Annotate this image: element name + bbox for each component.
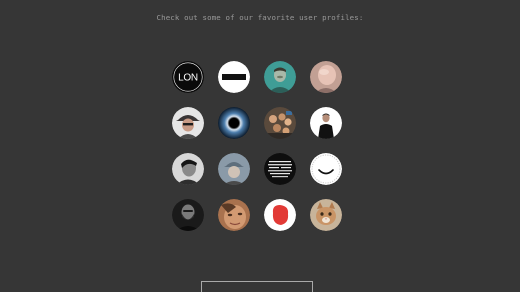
red-blob-avatar-icon	[264, 199, 296, 231]
hat-portrait-avatar-icon	[172, 107, 204, 139]
profile-avatar-4[interactable]	[310, 61, 342, 93]
load-more-button[interactable]	[201, 281, 313, 292]
svg-text:LON: LON	[178, 73, 198, 84]
profile-avatar-14[interactable]	[218, 199, 250, 231]
eclipse-avatar-icon	[218, 107, 250, 139]
text-collage-avatar-icon	[264, 153, 296, 185]
section-heading: Check out some of our favorite user prof…	[156, 13, 364, 22]
minus-bar-avatar-icon	[218, 61, 250, 93]
profile-avatar-1[interactable]: LON	[172, 61, 204, 93]
smile-avatar-icon	[310, 153, 342, 185]
profile-avatar-9[interactable]	[172, 153, 204, 185]
close-up-portrait-avatar-icon	[218, 199, 250, 231]
cap-portrait-avatar-icon	[218, 153, 250, 185]
profile-avatar-2[interactable]	[218, 61, 250, 93]
cat-avatar-icon	[310, 199, 342, 231]
profile-avatar-7[interactable]	[264, 107, 296, 139]
profile-avatar-12[interactable]	[310, 153, 342, 185]
profile-avatar-16[interactable]	[310, 199, 342, 231]
bald-man-portrait-avatar-icon	[310, 61, 342, 93]
group-photo-avatar-icon	[264, 107, 296, 139]
bearded-man-avatar-icon	[172, 199, 204, 231]
teal-portrait-avatar-icon	[264, 61, 296, 93]
profile-avatar-15[interactable]	[264, 199, 296, 231]
profile-avatar-6[interactable]	[218, 107, 250, 139]
profile-grid: LON	[172, 61, 344, 231]
profile-avatar-13[interactable]	[172, 199, 204, 231]
profile-avatar-10[interactable]	[218, 153, 250, 185]
bw-portrait-avatar-icon	[172, 153, 204, 185]
man-in-black-avatar-icon	[310, 107, 342, 139]
lon-logo-avatar-icon: LON	[172, 61, 204, 93]
profile-avatar-11[interactable]	[264, 153, 296, 185]
profile-avatar-3[interactable]	[264, 61, 296, 93]
profile-avatar-8[interactable]	[310, 107, 342, 139]
profile-avatar-5[interactable]	[172, 107, 204, 139]
